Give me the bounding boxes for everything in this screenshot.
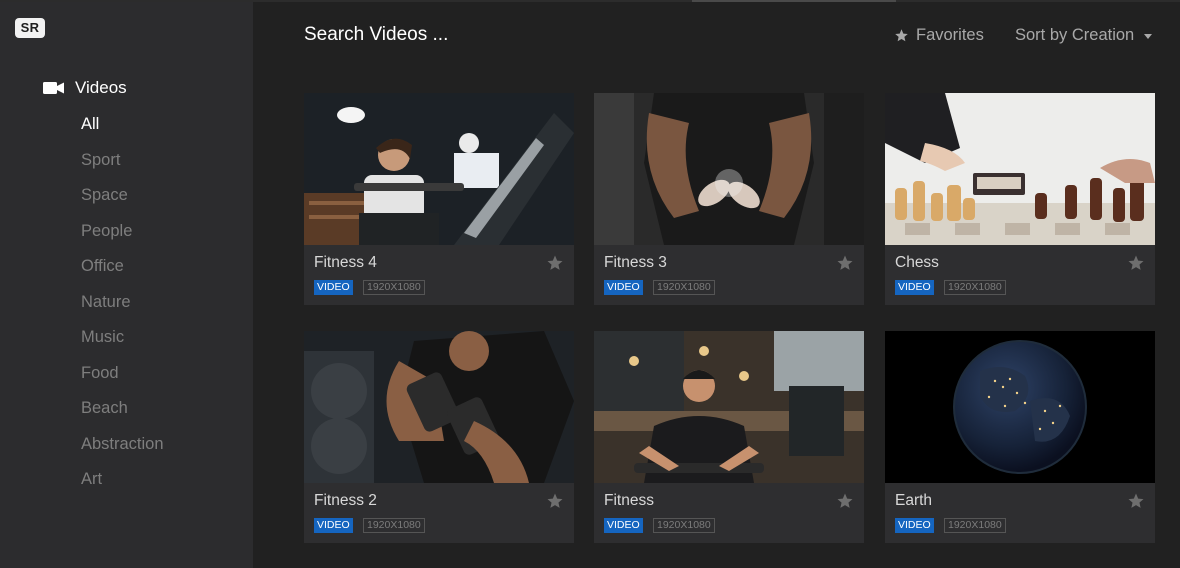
category-list: All Sport Space People Office Nature Mus…: [81, 109, 164, 500]
video-title: Fitness 3: [604, 254, 667, 271]
video-title: Earth: [895, 492, 933, 509]
favorite-star-icon[interactable]: [1127, 254, 1145, 272]
favorite-star-icon[interactable]: [546, 492, 564, 510]
video-card[interactable]: Chess VIDEO 1920X1080: [885, 93, 1155, 305]
main-content: Favorites Sort by Creation: [253, 2, 1180, 568]
video-thumbnail[interactable]: [304, 93, 574, 245]
sort-dropdown[interactable]: Sort by Creation: [1015, 26, 1153, 45]
category-office[interactable]: Office: [81, 251, 164, 287]
category-abstraction[interactable]: Abstraction: [81, 429, 164, 465]
video-title: Fitness: [604, 492, 654, 509]
video-thumbnail[interactable]: [885, 331, 1155, 483]
favorite-star-icon[interactable]: [1127, 492, 1145, 510]
video-camera-icon: [43, 81, 65, 95]
favorites-label: Favorites: [916, 26, 984, 44]
resolution-badge: 1920X1080: [944, 518, 1006, 533]
caret-down-icon: [1144, 34, 1153, 39]
media-type-badge: VIDEO: [895, 518, 934, 533]
category-sport[interactable]: Sport: [81, 145, 164, 181]
favorites-button[interactable]: Favorites: [894, 26, 984, 45]
video-thumbnail[interactable]: [594, 331, 864, 483]
video-title: Fitness 2: [314, 492, 377, 509]
resolution-badge: 1920X1080: [653, 280, 715, 295]
category-all[interactable]: All: [81, 109, 164, 145]
sidebar-section-label: Videos: [75, 78, 127, 97]
favorite-star-icon[interactable]: [836, 492, 854, 510]
sidebar: SR Videos All Sport Space People Office …: [0, 2, 253, 568]
resolution-badge: 1920X1080: [944, 280, 1006, 295]
video-thumbnail[interactable]: [594, 93, 864, 245]
media-type-badge: VIDEO: [895, 280, 934, 295]
media-type-badge: VIDEO: [604, 280, 643, 295]
media-type-badge: VIDEO: [604, 518, 643, 533]
resolution-badge: 1920X1080: [653, 518, 715, 533]
category-music[interactable]: Music: [81, 322, 164, 358]
category-beach[interactable]: Beach: [81, 393, 164, 429]
favorite-star-icon[interactable]: [836, 254, 854, 272]
app-logo[interactable]: SR: [15, 18, 45, 38]
category-people[interactable]: People: [81, 216, 164, 252]
category-nature[interactable]: Nature: [81, 287, 164, 323]
star-icon: [895, 29, 908, 42]
video-card[interactable]: Fitness 4 VIDEO 1920X1080: [304, 93, 574, 305]
video-card[interactable]: Earth VIDEO 1920X1080: [885, 331, 1155, 543]
video-thumbnail[interactable]: [304, 331, 574, 483]
video-title: Fitness 4: [314, 254, 377, 271]
media-type-badge: VIDEO: [314, 280, 353, 295]
video-card[interactable]: Fitness 3 VIDEO 1920X1080: [594, 93, 864, 305]
video-card[interactable]: Fitness VIDEO 1920X1080: [594, 331, 864, 543]
search-input[interactable]: [304, 24, 604, 46]
sidebar-section-videos[interactable]: Videos: [43, 76, 127, 100]
video-card[interactable]: Fitness 2 VIDEO 1920X1080: [304, 331, 574, 543]
favorite-star-icon[interactable]: [546, 254, 564, 272]
resolution-badge: 1920X1080: [363, 280, 425, 295]
category-food[interactable]: Food: [81, 358, 164, 394]
sort-label: Sort by Creation: [1015, 26, 1135, 44]
category-art[interactable]: Art: [81, 464, 164, 500]
media-type-badge: VIDEO: [314, 518, 353, 533]
resolution-badge: 1920X1080: [363, 518, 425, 533]
video-title: Chess: [895, 254, 939, 271]
category-space[interactable]: Space: [81, 180, 164, 216]
video-thumbnail[interactable]: [885, 93, 1155, 245]
